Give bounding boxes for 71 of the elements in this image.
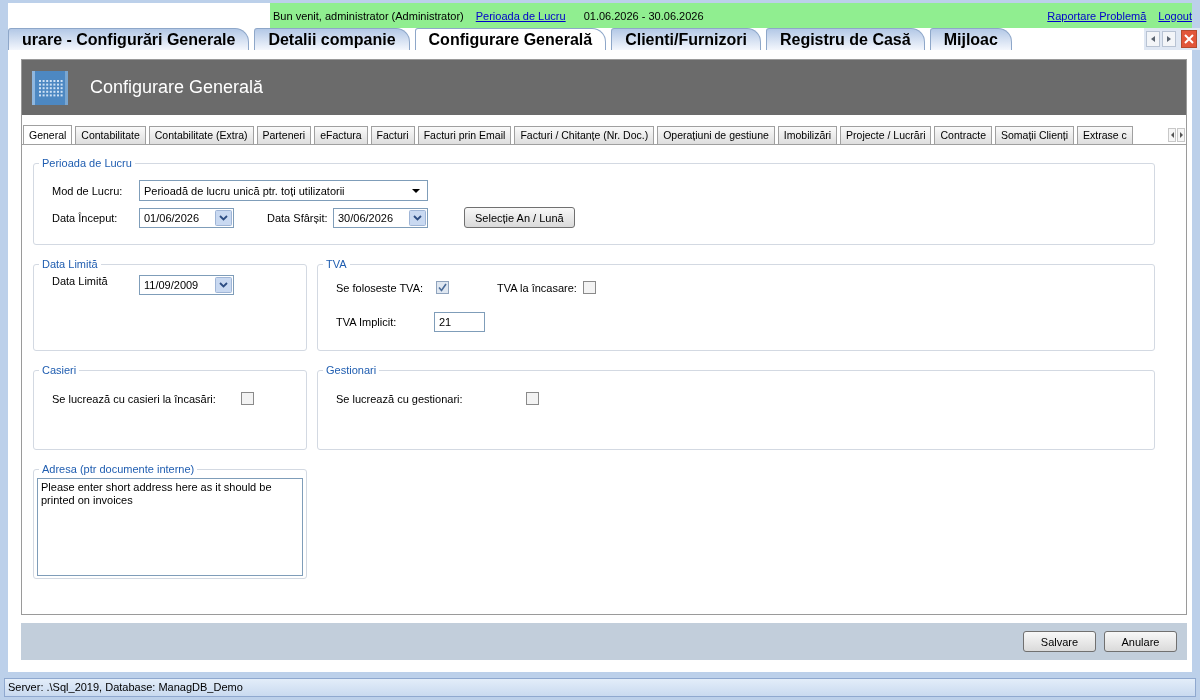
checkbox[interactable] <box>526 392 539 405</box>
checkbox[interactable] <box>436 281 449 294</box>
dropdown-icon <box>215 277 232 293</box>
field-label: Se lucrează cu gestionari: <box>336 392 464 405</box>
module-tab[interactable]: Registru de Casă <box>765 28 925 50</box>
field-label: TVA Implicit: <box>336 315 398 328</box>
settings-tab[interactable]: Contabilitate <box>75 126 146 144</box>
settings-tab[interactable]: Parteneri <box>256 126 312 144</box>
module-tab[interactable]: Mijloac <box>929 28 1012 50</box>
settings-tab[interactable]: eFactura <box>314 126 368 144</box>
settings-tab[interactable]: Projecte / Lucrări <box>840 126 932 144</box>
welcome-text: Bun venit, administrator (Administrator) <box>273 9 464 22</box>
field-label: Data Limită <box>52 275 109 287</box>
caret-left-icon <box>1151 36 1155 42</box>
save-button[interactable]: Salvare <box>1023 631 1096 652</box>
caret-right-icon <box>1179 132 1183 138</box>
settings-tab[interactable]: Contracte <box>934 126 992 144</box>
field-label: Se lucrează cu casieri la încasări: <box>52 392 217 405</box>
close-button[interactable] <box>1181 30 1197 48</box>
period-range-text: 01.06.2026 - 30.06.2026 <box>583 9 704 22</box>
settings-tab[interactable]: Facturi <box>370 126 415 144</box>
settings-tab[interactable]: Facturi / Chitanțe (Nr. Doc.) <box>514 126 655 144</box>
settings-tab[interactable]: Somații Clienți <box>995 126 1075 144</box>
field-label: Mod de Lucru: <box>52 184 124 197</box>
group-title: Data Limită <box>41 258 99 271</box>
grid-icon <box>32 70 68 105</box>
module-tab[interactable]: Configurare Generală <box>414 28 607 50</box>
address-textarea[interactable]: Please enter short address here as it should be printed on invoices <box>37 478 303 576</box>
settings-tab[interactable]: Imobilizări <box>777 126 838 144</box>
settings-tab[interactable]: General <box>23 125 73 144</box>
settings-tab[interactable]: Contabilitate (Extra) <box>148 126 254 144</box>
checkmark-icon <box>438 283 447 292</box>
group-title: Gestionari <box>325 364 378 377</box>
dropdown-icon <box>215 209 232 226</box>
checkbox[interactable] <box>241 392 254 405</box>
field-label: TVA la încasare: <box>497 281 578 294</box>
year-month-button[interactable]: Selecție An / Lună <box>464 207 575 228</box>
settings-tab[interactable]: Facturi prin Email <box>417 126 512 144</box>
group-title: Adresa (ptr documente interne) <box>41 463 196 476</box>
cancel-button[interactable]: Anulare <box>1104 631 1177 652</box>
settings-tab[interactable]: Operațiuni de gestiune <box>657 126 775 144</box>
group-title: Casieri <box>41 364 78 377</box>
page-title: Configurare Generală <box>90 77 264 98</box>
field-label: Se foloseste TVA: <box>336 281 425 294</box>
scroll-right-button[interactable] <box>1162 31 1176 47</box>
date-field[interactable]: 11/09/2009 <box>139 275 234 295</box>
tab-scroll-right-button[interactable] <box>1177 128 1185 142</box>
dropdown-icon <box>409 209 426 226</box>
module-tab[interactable]: Detalii companie <box>254 28 410 50</box>
module-tab[interactable]: Clienti/Furnizori <box>611 28 761 50</box>
period-link[interactable]: Perioada de Lucru <box>475 9 566 22</box>
tab-scroll-left-button[interactable] <box>1168 128 1176 142</box>
caret-left-icon <box>1170 132 1174 138</box>
group-title: TVA <box>325 258 348 271</box>
scroll-left-button[interactable] <box>1146 31 1160 47</box>
caret-right-icon <box>1167 36 1171 42</box>
group-title: Perioada de Lucru <box>41 157 133 170</box>
field-label: Data Sfârșit: <box>267 211 329 224</box>
close-icon <box>1184 34 1194 44</box>
date-field[interactable]: 01/06/2026 <box>139 207 234 228</box>
field-label: Data Început: <box>52 211 119 224</box>
checkbox[interactable] <box>583 281 596 294</box>
module-tab[interactable]: urare - Configurări Generale <box>8 28 250 50</box>
header-link[interactable]: Logout <box>1158 9 1192 22</box>
settings-tab[interactable]: Extrase c <box>1077 126 1133 144</box>
vat-rate-field[interactable]: 21 <box>434 311 485 332</box>
mode-select[interactable]: Perioadă de lucru unică ptr. toți utilizatorii <box>139 180 428 201</box>
header-link[interactable]: Raportare Problemă <box>1047 9 1147 22</box>
status-bar: Server: .\Sql_2019, Database: ManagDB_Demo <box>4 678 1196 697</box>
caret-down-icon <box>412 188 420 193</box>
date-field[interactable]: 30/06/2026 <box>333 207 428 228</box>
